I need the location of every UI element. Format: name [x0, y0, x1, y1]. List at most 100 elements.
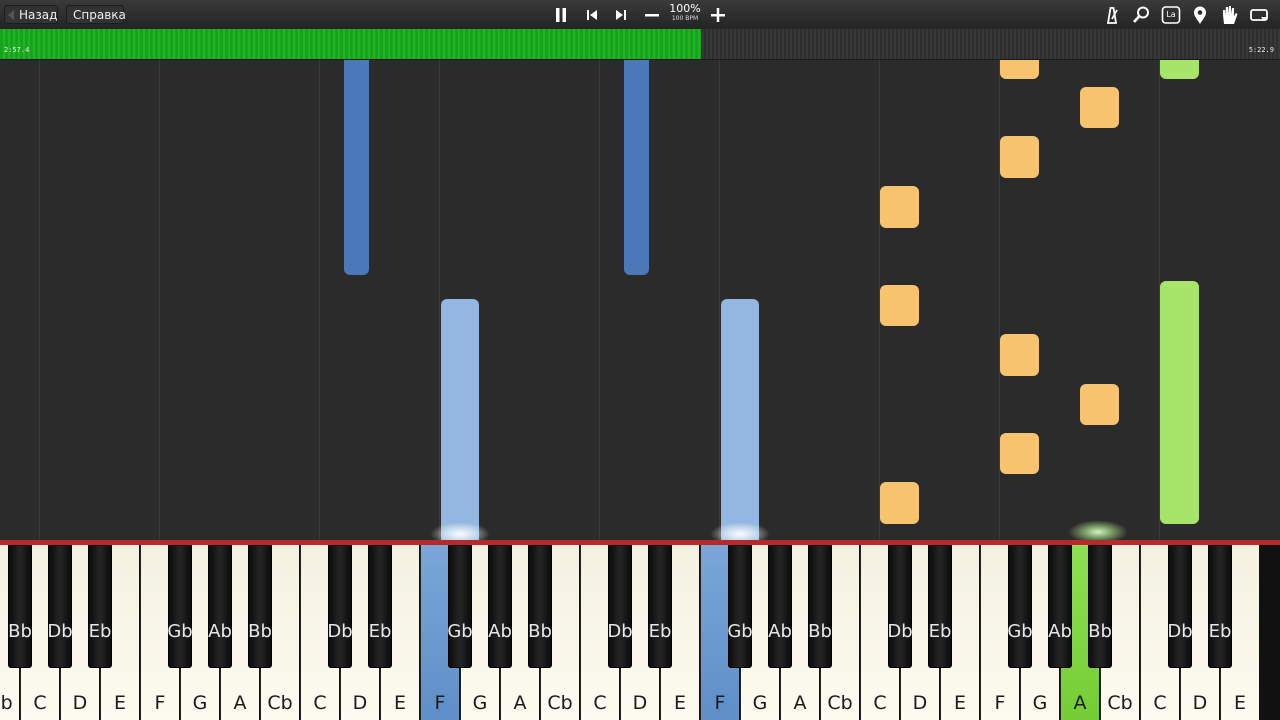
loop-button[interactable]	[1248, 4, 1270, 26]
key-label: Bb	[8, 621, 32, 642]
hands-button[interactable]	[1218, 4, 1240, 26]
key-label: Eb	[1208, 621, 1232, 642]
black-key[interactable]: Eb	[368, 545, 392, 668]
note-block	[1000, 334, 1039, 376]
black-key[interactable]: Bb	[808, 545, 832, 668]
key-label: Cb	[0, 692, 13, 714]
black-key[interactable]: Ab	[488, 545, 512, 668]
piano-roll	[0, 60, 1280, 540]
black-key[interactable]: Db	[887, 545, 913, 668]
note-block	[1000, 433, 1039, 474]
key-label: F	[154, 692, 166, 714]
speed-up-button[interactable]	[707, 4, 729, 26]
key-label: A	[233, 692, 247, 714]
key-label: C	[873, 692, 887, 714]
grid-line	[319, 60, 320, 540]
note-block	[1000, 136, 1039, 178]
key-label: Db	[887, 621, 913, 642]
label-button[interactable]: La	[1160, 4, 1182, 26]
key-label: C	[33, 692, 47, 714]
map-pin-icon	[1194, 6, 1206, 25]
key-label: Bb	[1088, 621, 1112, 642]
marker-button[interactable]	[1189, 4, 1211, 26]
key-label: D	[1192, 692, 1208, 714]
black-key[interactable]: Eb	[648, 545, 672, 668]
plus-icon	[711, 8, 725, 22]
search-icon	[1133, 6, 1149, 23]
black-key[interactable]: Bb	[248, 545, 272, 668]
key-label: G	[472, 692, 488, 714]
black-key[interactable]: Bb	[528, 545, 552, 668]
key-label: Eb	[928, 621, 952, 642]
grid-line	[439, 60, 440, 540]
black-key[interactable]: Gb	[447, 545, 473, 668]
key-label: Cb	[547, 692, 573, 714]
black-key[interactable]: Gb	[727, 545, 753, 668]
metronome-icon	[1106, 7, 1118, 24]
key-label: Cb	[827, 692, 853, 714]
key-label: Eb	[368, 621, 392, 642]
key-label: A	[793, 692, 807, 714]
key-label: Cb	[267, 692, 293, 714]
black-key[interactable]: Ab	[208, 545, 232, 668]
speed-percent: 100%	[669, 2, 701, 15]
key-label: E	[673, 692, 686, 714]
black-key[interactable]: Ab	[768, 545, 792, 668]
key-label: D	[912, 692, 928, 714]
black-key[interactable]: Gb	[1007, 545, 1033, 668]
key-label: D	[352, 692, 368, 714]
black-key[interactable]: Db	[327, 545, 353, 668]
black-key[interactable]: Db	[607, 545, 633, 668]
black-key[interactable]: Eb	[928, 545, 952, 668]
key-label: E	[393, 692, 406, 714]
black-key[interactable]: Eb	[88, 545, 112, 668]
toolbar: Назад Справка 100% 100 BPM La	[0, 0, 1280, 29]
back-button[interactable]: Назад	[4, 5, 58, 24]
rewind-button[interactable]	[581, 4, 603, 26]
note-block	[1000, 60, 1039, 79]
key-label: F	[434, 692, 446, 714]
rewind-icon	[587, 10, 597, 20]
key-label: F	[714, 692, 726, 714]
key-label: C	[593, 692, 607, 714]
key-label: G	[192, 692, 208, 714]
song-progress-bar[interactable]: 2:57.4 5:22.9	[0, 29, 1280, 60]
black-key[interactable]: Ab	[1048, 545, 1072, 668]
note-block	[880, 186, 919, 228]
pause-button[interactable]	[550, 4, 572, 26]
note-block	[441, 299, 479, 540]
key-label: Eb	[88, 621, 112, 642]
black-key[interactable]: Bb	[8, 545, 32, 668]
key-label: Bb	[248, 621, 272, 642]
help-button[interactable]: Справка	[66, 5, 126, 24]
grid-line	[599, 60, 600, 540]
key-label: Db	[1167, 621, 1193, 642]
black-key[interactable]: Eb	[1208, 545, 1232, 668]
speed-down-button[interactable]	[641, 4, 663, 26]
note-block	[344, 60, 369, 275]
key-label: Ab	[1048, 621, 1072, 642]
skip-forward-button[interactable]	[610, 4, 632, 26]
black-key[interactable]: Db	[47, 545, 73, 668]
black-key[interactable]: Gb	[167, 545, 193, 668]
key-label: Db	[327, 621, 353, 642]
key-label: D	[632, 692, 648, 714]
black-key[interactable]: Db	[1167, 545, 1193, 668]
metronome-button[interactable]	[1101, 4, 1123, 26]
note-block	[1080, 384, 1119, 425]
grid-line	[159, 60, 160, 540]
note-block	[624, 60, 649, 275]
black-key[interactable]: Bb	[1088, 545, 1112, 668]
zoom-button[interactable]	[1130, 4, 1152, 26]
key-label: Db	[607, 621, 633, 642]
key-hit-glow	[710, 522, 770, 540]
note-block	[721, 299, 759, 540]
key-label: Gb	[167, 621, 193, 642]
grid-line	[719, 60, 720, 540]
pause-icon	[556, 8, 566, 22]
current-time: 2:57.4	[4, 46, 30, 54]
key-label: A	[513, 692, 527, 714]
note-block	[880, 482, 919, 524]
speed-display: 100% 100 BPM	[668, 3, 702, 23]
song-progress-fill	[0, 29, 702, 59]
